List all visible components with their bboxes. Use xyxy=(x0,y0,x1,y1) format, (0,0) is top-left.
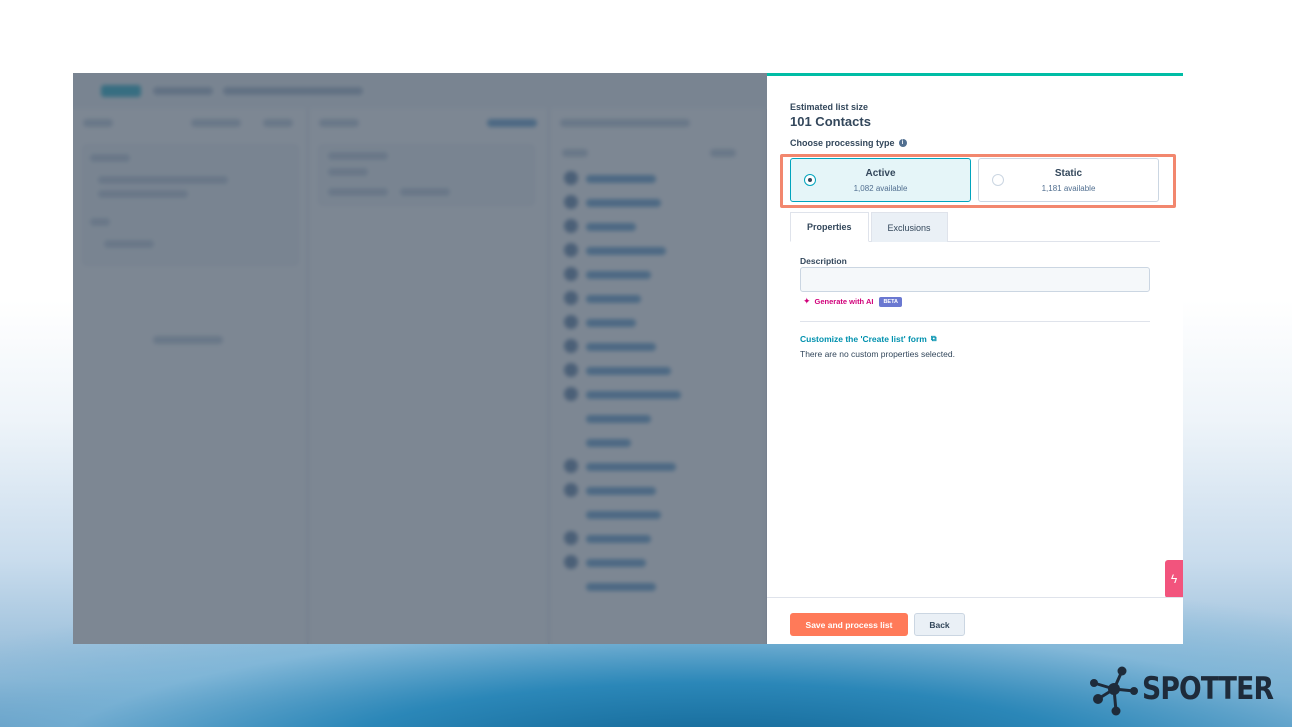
create-list-panel: Estimated list size 101 Contacts Choose … xyxy=(767,73,1183,644)
option-static-subtitle: 1,181 available xyxy=(1041,183,1096,193)
sparkle-icon: ✦ xyxy=(803,296,811,306)
tab-exclusions[interactable]: Exclusions xyxy=(870,212,948,242)
generate-with-ai-label: Generate with AI xyxy=(814,297,874,306)
beta-badge: BETA xyxy=(879,296,903,307)
info-icon[interactable]: i xyxy=(898,139,907,147)
radio-static[interactable] xyxy=(992,174,1004,186)
estimated-size-label: Estimated list size xyxy=(790,102,869,112)
panel-tabs: Properties Exclusions xyxy=(790,212,1160,242)
radio-active[interactable] xyxy=(804,174,816,186)
lightning-icon[interactable]: ϟ xyxy=(1165,560,1183,598)
description-label: Description xyxy=(800,256,847,266)
section-divider xyxy=(800,321,1150,322)
modal-overlay[interactable] xyxy=(73,73,767,644)
customize-form-link[interactable]: Customize the 'Create list' form ⧉ xyxy=(800,334,937,344)
option-static-title: Static xyxy=(1054,167,1083,179)
spotter-logo: SPOTTER xyxy=(1084,663,1284,719)
background-app xyxy=(73,73,767,644)
logo-text: SPOTTER xyxy=(1142,671,1274,707)
processing-option-static[interactable]: Static 1,181 available xyxy=(978,158,1159,202)
panel-footer: Save and process list Back xyxy=(767,597,1183,644)
customize-form-link-text: Customize the 'Create list' form xyxy=(800,334,927,344)
tab-properties[interactable]: Properties xyxy=(790,212,869,242)
option-active-subtitle: 1,082 available xyxy=(853,183,908,193)
save-and-process-button[interactable]: Save and process list xyxy=(790,613,908,636)
app-window: Estimated list size 101 Contacts Choose … xyxy=(73,73,1183,644)
description-input[interactable] xyxy=(800,267,1150,292)
processing-type-label: Choose processing type i xyxy=(790,138,907,148)
back-button[interactable]: Back xyxy=(914,613,965,636)
custom-properties-note: There are no custom properties selected. xyxy=(800,349,955,359)
estimated-size-value: 101 Contacts xyxy=(790,114,871,129)
processing-type-text: Choose processing type xyxy=(790,138,895,148)
option-active-title: Active xyxy=(865,167,896,179)
processing-option-active[interactable]: Active 1,082 available xyxy=(790,158,971,202)
molecule-icon xyxy=(1090,666,1138,716)
generate-with-ai-button[interactable]: ✦ Generate with AI BETA xyxy=(803,296,903,307)
external-link-icon: ⧉ xyxy=(930,334,937,343)
